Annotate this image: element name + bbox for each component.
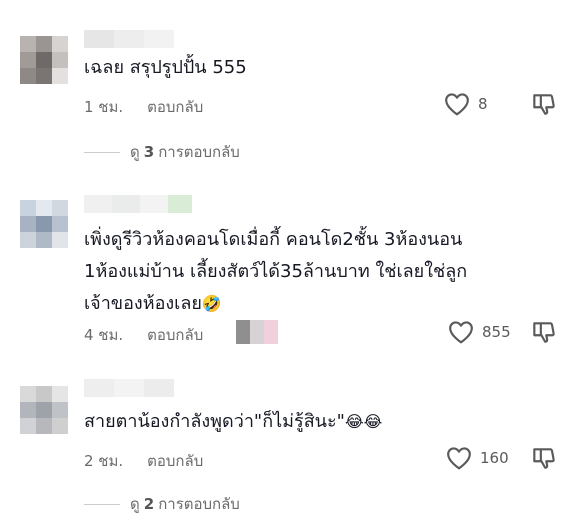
view-replies-suffix: การตอบกลับ: [158, 495, 240, 513]
thumbs-down-outline-icon[interactable]: [530, 91, 556, 117]
comment-text: เฉลย สรุปรูปปั้น 555: [84, 52, 247, 84]
avatar[interactable]: [20, 386, 68, 434]
like-count: 855: [482, 323, 511, 341]
comment-meta: 4 ชม. ตอบกลับ: [84, 323, 203, 347]
username-blurred[interactable]: [84, 379, 174, 397]
view-replies-link[interactable]: ดู 2 การตอบกลับ: [84, 492, 240, 516]
tears-of-joy-emoji: 😂😂: [344, 412, 383, 431]
like-button[interactable]: 855: [448, 320, 511, 344]
heart-outline-icon: [449, 321, 473, 344]
comment-time: 4 ชม.: [84, 326, 124, 344]
comment-time: 1 ชม.: [84, 98, 124, 116]
reply-button[interactable]: ตอบกลับ: [147, 323, 203, 347]
like-button[interactable]: 8: [444, 92, 488, 116]
reply-button[interactable]: ตอบกลับ: [147, 449, 203, 473]
comment-text-line: เจ้าของห้องเลย: [84, 293, 202, 314]
comment-text-line: 1ห้องแม่บ้าน เลี้ยงสัตว์ได้35ล้านบาท ใช่…: [84, 261, 468, 282]
divider-line: [84, 151, 120, 153]
comment-text-line: เพิ่งดูรีวิวห้องคอนโดเมื่อกี้ คอนโด2ชั้น…: [84, 229, 463, 250]
view-replies-prefix: ดู: [130, 143, 140, 161]
view-replies-suffix: การตอบกลับ: [158, 143, 240, 161]
thumbs-down-outline-icon[interactable]: [530, 319, 556, 345]
comment-text-line: สายตาน้องกำลังพูดว่า"ก็ไม่รู้สินะ": [84, 411, 345, 432]
divider-line: [84, 503, 120, 505]
rolling-laughing-emoji: 🤣: [201, 294, 222, 313]
liked-by-creator-avatar: [236, 320, 278, 344]
thumbs-down-outline-icon[interactable]: [530, 445, 556, 471]
view-replies-count: 3: [143, 143, 155, 161]
heart-outline-icon: [445, 93, 469, 116]
avatar[interactable]: [20, 200, 68, 248]
username-blurred[interactable]: [84, 30, 174, 48]
comment-text: เพิ่งดูรีวิวห้องคอนโดเมื่อกี้ คอนโด2ชั้น…: [84, 224, 467, 320]
view-replies-count: 2: [143, 495, 155, 513]
comment-meta: 2 ชม. ตอบกลับ: [84, 449, 203, 473]
view-replies-link[interactable]: ดู 3 การตอบกลับ: [84, 140, 240, 164]
view-replies-prefix: ดู: [130, 495, 140, 513]
heart-outline-icon: [447, 447, 471, 470]
comment-meta: 1 ชม. ตอบกลับ: [84, 95, 203, 119]
avatar[interactable]: [20, 36, 68, 84]
like-count: 8: [478, 95, 488, 113]
comment-time: 2 ชม.: [84, 452, 124, 470]
comment-text: สายตาน้องกำลังพูดว่า"ก็ไม่รู้สินะ"😂😂: [84, 406, 382, 438]
comment-text-line: เฉลย สรุปรูปปั้น 555: [84, 57, 247, 78]
reply-button[interactable]: ตอบกลับ: [147, 95, 203, 119]
username-blurred[interactable]: [84, 195, 192, 213]
like-count: 160: [480, 449, 509, 467]
like-button[interactable]: 160: [446, 446, 509, 470]
